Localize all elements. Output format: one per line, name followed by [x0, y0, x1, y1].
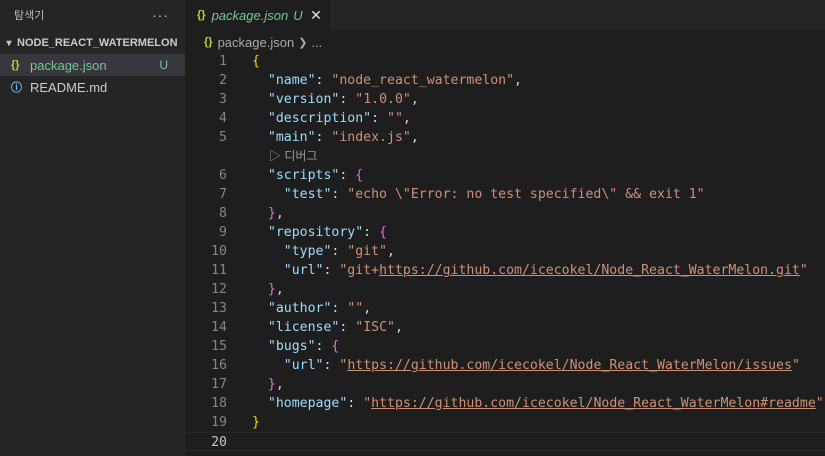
explorer-sidebar: 탐색기 ··· ▾ NODE_REACT_WATERMELON {} packa… — [0, 0, 185, 456]
line-number: 2 — [219, 73, 227, 88]
explorer-title: 탐색기 — [14, 10, 45, 22]
git-status-badge: U — [159, 58, 168, 72]
line-number: 16 — [211, 358, 227, 373]
code-line: 8 }, — [185, 204, 825, 223]
line-number: 11 — [211, 263, 227, 278]
line-number: 4 — [219, 111, 227, 126]
code-line: 16 "url": "https://github.com/icecokel/N… — [185, 356, 825, 375]
play-icon: ▷ — [269, 149, 285, 163]
code-line: 3 "version": "1.0.0", — [185, 90, 825, 109]
code-line: 9 "repository": { — [185, 223, 825, 242]
code-line: 7 "test": "echo \"Error: no test specifi… — [185, 185, 825, 204]
line-number: 13 — [211, 301, 227, 316]
code-line: 13 "author": "", — [185, 299, 825, 318]
url-link[interactable]: https://github.com/icecokel/Node_React_W… — [371, 396, 816, 411]
code-line: 5 "main": "index.js", — [185, 128, 825, 147]
info-icon: ⓘ — [11, 82, 22, 94]
code-line: 4 "description": "", — [185, 109, 825, 128]
code-line-current: 20 — [185, 432, 825, 451]
debug-codelens[interactable]: ▷ 디버그 — [269, 147, 825, 166]
line-number: 20 — [211, 435, 227, 450]
breadcrumb-more[interactable]: ... — [311, 35, 322, 50]
breadcrumb-file[interactable]: package.json — [218, 35, 295, 50]
file-item-readme-md[interactable]: ⓘ README.md — [0, 76, 185, 98]
line-number: 1 — [219, 54, 227, 69]
code-line: 18 "homepage": "https://github.com/iceco… — [185, 394, 825, 413]
line-number: 3 — [219, 92, 227, 107]
chevron-down-icon: ▾ — [6, 37, 12, 49]
folder-label: NODE_REACT_WATERMELON — [17, 37, 178, 49]
json-icon: {} — [197, 9, 206, 21]
ellipsis-icon[interactable]: ··· — [152, 7, 169, 23]
line-number: 12 — [211, 282, 227, 297]
file-label: package.json — [30, 57, 107, 73]
line-number: 17 — [211, 377, 227, 392]
line-number: 14 — [211, 320, 227, 335]
code-line: 17 }, — [185, 375, 825, 394]
json-icon: {} — [204, 36, 213, 48]
breadcrumb: {} package.json ❯ ... — [185, 30, 825, 54]
line-number: 18 — [211, 396, 227, 411]
line-number: 5 — [219, 130, 227, 145]
line-number: 6 — [219, 168, 227, 183]
code-line: 19} — [185, 413, 825, 432]
url-link[interactable]: https://github.com/icecokel/Node_React_W… — [379, 263, 800, 278]
tab-bar: {} package.json U ✕ — [185, 0, 825, 30]
code-line: 2 "name": "node_react_watermelon", — [185, 71, 825, 90]
line-number: 10 — [211, 244, 227, 259]
code-line: 10 "type": "git", — [185, 242, 825, 261]
tab-package-json[interactable]: {} package.json U ✕ — [185, 0, 330, 30]
file-item-package-json[interactable]: {} package.json U — [0, 54, 185, 76]
code-line: 12 }, — [185, 280, 825, 299]
tab-label: package.json — [211, 7, 289, 23]
explorer-header: 탐색기 ··· — [0, 0, 185, 30]
close-icon[interactable]: ✕ — [308, 7, 324, 24]
line-number: 15 — [211, 339, 227, 354]
code-editor[interactable]: 1{ 2 "name": "node_react_watermelon", 3 … — [185, 52, 825, 451]
chevron-right-icon: ❯ — [298, 36, 308, 49]
code-line: 14 "license": "ISC", — [185, 318, 825, 337]
code-line: 1{ — [185, 52, 825, 71]
git-status-badge: U — [293, 7, 303, 23]
code-line: 11 "url": "git+https://github.com/icecok… — [185, 261, 825, 280]
json-icon: {} — [11, 59, 20, 71]
line-number: 8 — [219, 206, 227, 221]
line-number: 7 — [219, 187, 227, 202]
code-line: 6 "scripts": { — [185, 166, 825, 185]
editor-area: {} package.json U ✕ {} package.json ❯ ..… — [185, 0, 825, 456]
line-number: 19 — [211, 415, 227, 430]
url-link[interactable]: https://github.com/icecokel/Node_React_W… — [347, 358, 792, 373]
file-label: README.md — [30, 79, 108, 95]
folder-node-react-watermelon[interactable]: ▾ NODE_REACT_WATERMELON — [0, 32, 185, 54]
line-number: 9 — [219, 225, 227, 240]
code-line: 15 "bugs": { — [185, 337, 825, 356]
